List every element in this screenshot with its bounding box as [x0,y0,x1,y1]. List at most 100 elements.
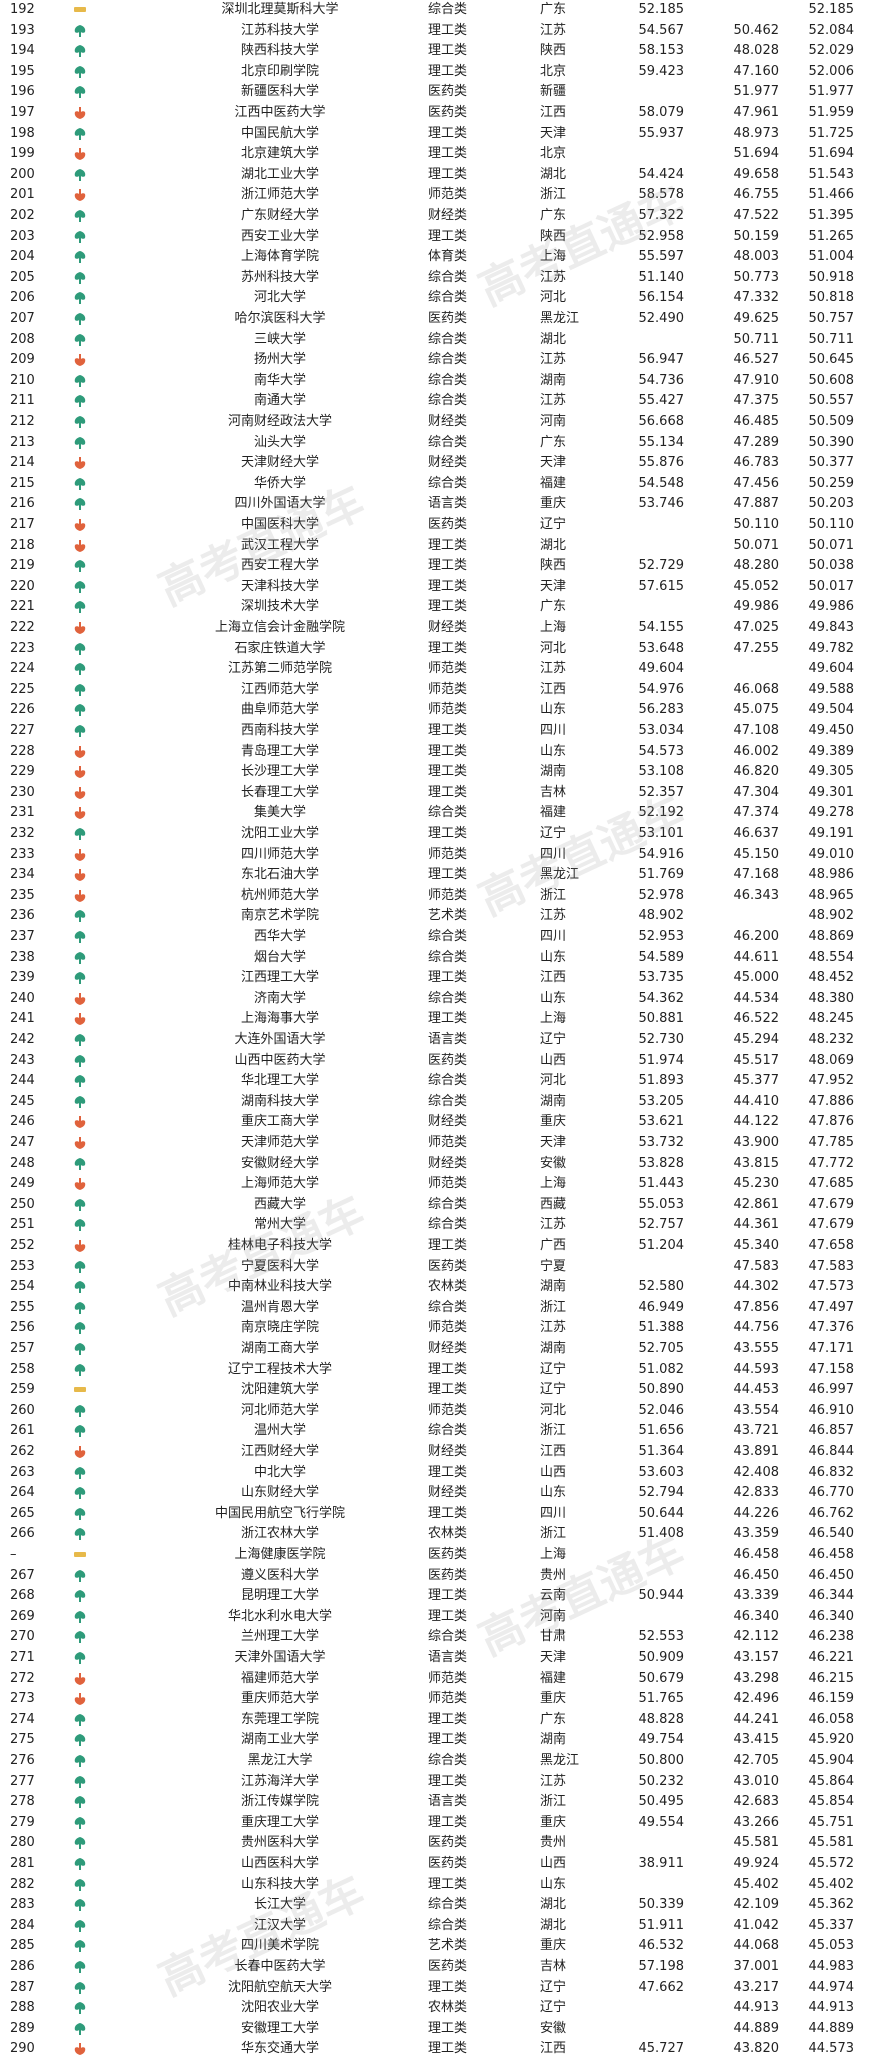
tree-up-icon [70,1895,90,1915]
total-score-cell: 48.232 [808,1032,855,1047]
university-name: 南京晓庄学院 [240,1320,319,1336]
score-2-cell: 45.294 [733,1032,780,1047]
table-row: 260 河北师范大学 师范类 河北 52.046 43.554 46.910 [0,1400,872,1421]
total-score-cell: 46.058 [808,1711,855,1727]
table-row: 276 黑龙江大学 综合类 黑龙江 50.800 42.705 45.904 [0,1751,872,1771]
score-2-cell: 44.611 [733,949,780,965]
table-row: 208 三峡大学 综合类 湖北 50.711 50.711 [0,329,872,350]
total-score-cell: 46.215 [808,1670,855,1686]
university-name: 上海立信会计金融学院 [214,620,345,635]
score-2-cell: 51.977 [733,84,780,100]
table-row: 224 江苏第二师范学院 师范类 江苏 49.604 49.604 [0,659,872,680]
rank-cell: 247 [10,1135,35,1150]
table-row: 278 浙江传媒学院 语言类 浙江 50.495 42.683 45.854 [0,1792,872,1813]
score-1-cell [600,1257,684,1277]
university-name: 江西中医药大学 [234,105,326,120]
table-row: 227 西南科技大学 理工类 四川 53.034 47.108 49.450 [0,721,872,741]
score-2-cell: 48.028 [733,43,780,59]
rank-cell: 228 [10,743,35,759]
score-2-cell: 45.150 [733,846,780,862]
score-1-cell: 52.580 [638,1279,685,1295]
score-2-cell: 47.374 [733,805,780,821]
university-name: 哈尔滨医科大学 [234,311,326,326]
tree-up-icon [70,1257,90,1277]
score-1-cell: 56.668 [638,414,685,429]
score-2-cell: 43.266 [733,1814,780,1830]
rank-cell: 217 [10,517,35,532]
rank-cell: 251 [10,1217,35,1233]
university-name: 四川美术学院 [240,1938,319,1954]
rank-cell: 262 [10,1444,35,1459]
university-name: 集美大学 [253,805,306,821]
tree-up-icon [70,968,90,988]
university-name: 江苏科技大学 [240,22,319,38]
rank-cell: 194 [10,43,35,59]
tree-up-icon [70,700,90,720]
total-score-cell: 50.017 [808,578,855,594]
rank-cell: 216 [10,496,35,512]
table-row: 203 西安工业大学 理工类 陕西 52.958 50.159 51.265 [0,226,872,247]
university-name: 上海师范大学 [240,1176,319,1192]
category-cell: 理工类 [428,166,468,182]
tree-up-icon [70,433,90,453]
table-row: 244 华北理工大学 综合类 河北 51.893 45.377 47.952 [0,1071,872,1092]
rank-cell: 268 [10,1588,35,1604]
rank-cell: 242 [10,1032,35,1047]
rank-cell: 283 [10,1897,35,1913]
total-score-cell: 51.265 [808,228,855,244]
total-score-cell: 49.301 [808,784,855,800]
category-cell: 财经类 [428,1485,468,1501]
tree-down-icon [70,185,90,205]
category-cell: 财经类 [428,620,468,635]
score-1-cell: 57.322 [638,208,685,223]
score-1-cell: 51.656 [638,1423,685,1439]
score-1-cell [600,82,684,102]
table-row: 259 沈阳建筑大学 理工类 辽宁 50.890 44.453 46.997 [0,1380,872,1401]
tree-up-icon [70,391,90,411]
score-2-cell: 47.910 [733,372,780,388]
table-row: 237 西华大学 综合类 四川 52.953 46.200 48.869 [0,927,872,947]
tree-down-icon [70,1009,90,1029]
score-2-cell: 43.555 [733,1341,780,1356]
university-name: 湖南科技大学 [240,1093,319,1109]
table-row: 254 中南林业科技大学 农林类 湖南 52.580 44.302 47.573 [0,1277,872,1298]
table-row: 210 南华大学 综合类 湖南 54.736 47.910 50.608 [0,370,872,391]
score-2-cell: 45.052 [733,578,780,594]
university-name: 华东交通大学 [240,2041,319,2057]
score-2-cell [695,0,779,20]
total-score-cell: 47.785 [808,1135,855,1150]
score-1-cell: 59.423 [638,63,685,79]
tree-up-icon [70,1030,90,1050]
university-name: 沈阳航空航天大学 [227,1979,332,1995]
total-score-cell: 48.986 [808,867,855,883]
university-name: 三峡大学 [253,331,306,347]
tree-up-icon [70,1627,90,1647]
rank-cell: 270 [10,1629,35,1645]
score-1-cell [600,2019,684,2039]
rank-cell: 286 [10,1959,35,1974]
tree-up-icon [70,1792,90,1812]
university-name: 山西医科大学 [240,1856,319,1871]
category-cell: 体育类 [428,249,468,265]
university-name: 重庆工商大学 [240,1114,319,1130]
total-score-cell: 49.389 [808,743,855,759]
university-name: 新疆医科大学 [240,84,319,100]
tree-down-icon [70,1669,90,1689]
total-score-cell: 49.782 [808,640,855,656]
score-2-cell: 47.522 [733,208,780,223]
score-2-cell: 42.833 [733,1485,780,1501]
score-2-cell: 47.160 [733,63,780,79]
score-2-cell: 46.527 [733,352,780,368]
university-name: 黑龙江大学 [247,1753,313,1768]
tree-up-icon [70,1504,90,1524]
score-2-cell: 47.289 [733,434,780,450]
score-2-cell: 50.773 [733,269,780,285]
total-score-cell: 51.004 [808,249,855,265]
table-row: 225 江西师范大学 师范类 江西 54.976 46.068 49.588 [0,679,872,700]
rank-cell: 239 [10,970,35,986]
rank-cell: 215 [10,475,35,491]
category-cell: 医药类 [428,1547,468,1562]
score-1-cell: 51.765 [638,1691,685,1707]
total-score-cell: 47.497 [808,1299,855,1315]
table-row: 270 兰州理工大学 综合类 甘肃 52.553 42.112 46.238 [0,1627,872,1648]
